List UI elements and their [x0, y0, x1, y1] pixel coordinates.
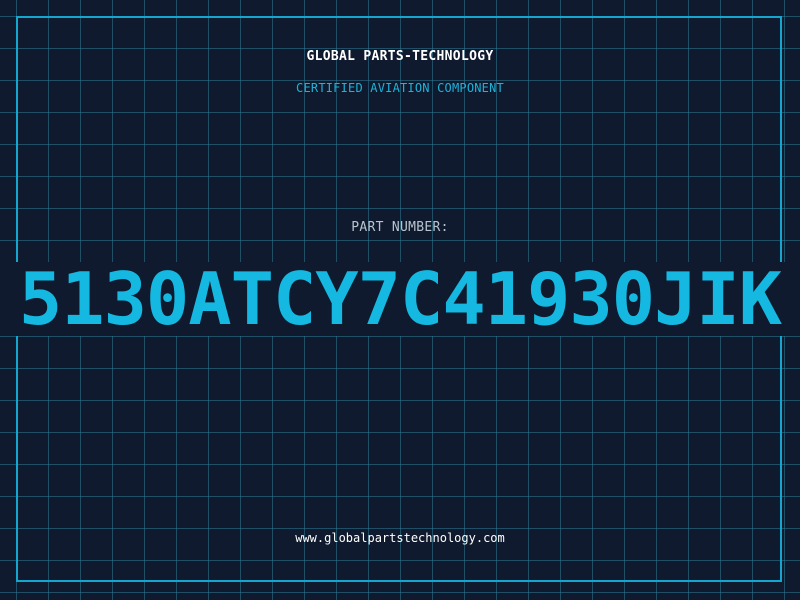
- part-number-label: PART NUMBER:: [351, 220, 449, 235]
- company-name: GLOBAL PARTS-TECHNOLOGY: [306, 49, 494, 64]
- certification-subtitle: CERTIFIED AVIATION COMPONENT: [296, 81, 504, 95]
- part-number-band: 5130ATCY7C41930JIK: [0, 262, 800, 336]
- part-number-value: 5130ATCY7C41930JIK: [18, 262, 782, 336]
- label-canvas: GLOBAL PARTS-TECHNOLOGY CERTIFIED AVIATI…: [0, 0, 800, 600]
- website-url: www.globalpartstechnology.com: [295, 531, 505, 545]
